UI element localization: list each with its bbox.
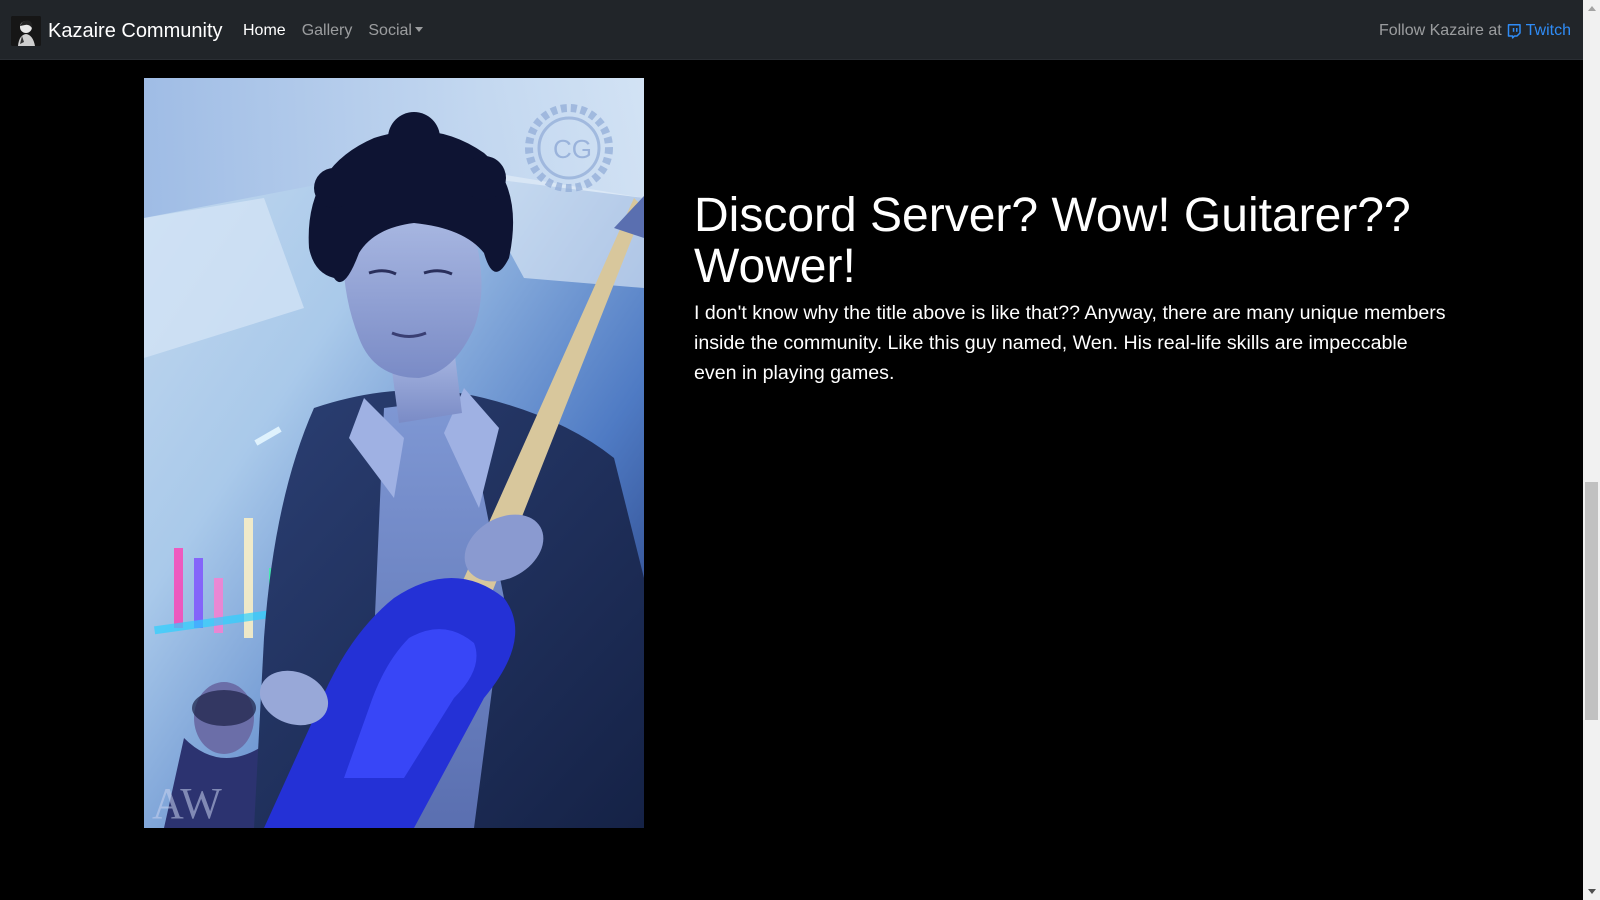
hero-title: Discord Server? Wow! Guitarer?? Wower! xyxy=(694,189,1411,293)
scroll-down-icon[interactable] xyxy=(1588,889,1596,894)
follow-text: Follow Kazaire at Twitch xyxy=(1379,20,1571,42)
page: Kazaire Community Home Gallery Social Fo… xyxy=(0,0,1600,900)
brand-name: Kazaire Community xyxy=(48,20,223,42)
hero-body: I don't know why the title above is like… xyxy=(694,302,1446,384)
vertical-scrollbar[interactable] xyxy=(1583,0,1600,900)
nav-links: Home Gallery Social xyxy=(243,20,439,42)
twitch-link[interactable]: Twitch xyxy=(1507,20,1571,42)
twitch-icon xyxy=(1507,23,1521,39)
scrollbar-thumb[interactable] xyxy=(1585,482,1598,720)
svg-text:CG: CG xyxy=(553,134,592,164)
nav-home[interactable]: Home xyxy=(243,20,286,42)
brand-logo xyxy=(11,16,41,46)
chevron-down-icon xyxy=(414,27,423,32)
twitch-label: Twitch xyxy=(1525,22,1571,39)
svg-text:AW: AW xyxy=(152,779,222,828)
nav-social-dropdown[interactable]: Social xyxy=(368,20,423,42)
hero-photo: CG AW xyxy=(144,78,644,828)
nav-gallery[interactable]: Gallery xyxy=(302,20,353,42)
navbar: Kazaire Community Home Gallery Social Fo… xyxy=(0,0,1583,59)
scroll-up-icon[interactable] xyxy=(1588,6,1596,11)
brand-link[interactable]: Kazaire Community xyxy=(11,16,223,46)
nav-social-label: Social xyxy=(368,22,412,39)
follow-prefix: Follow Kazaire at xyxy=(1378,22,1502,39)
